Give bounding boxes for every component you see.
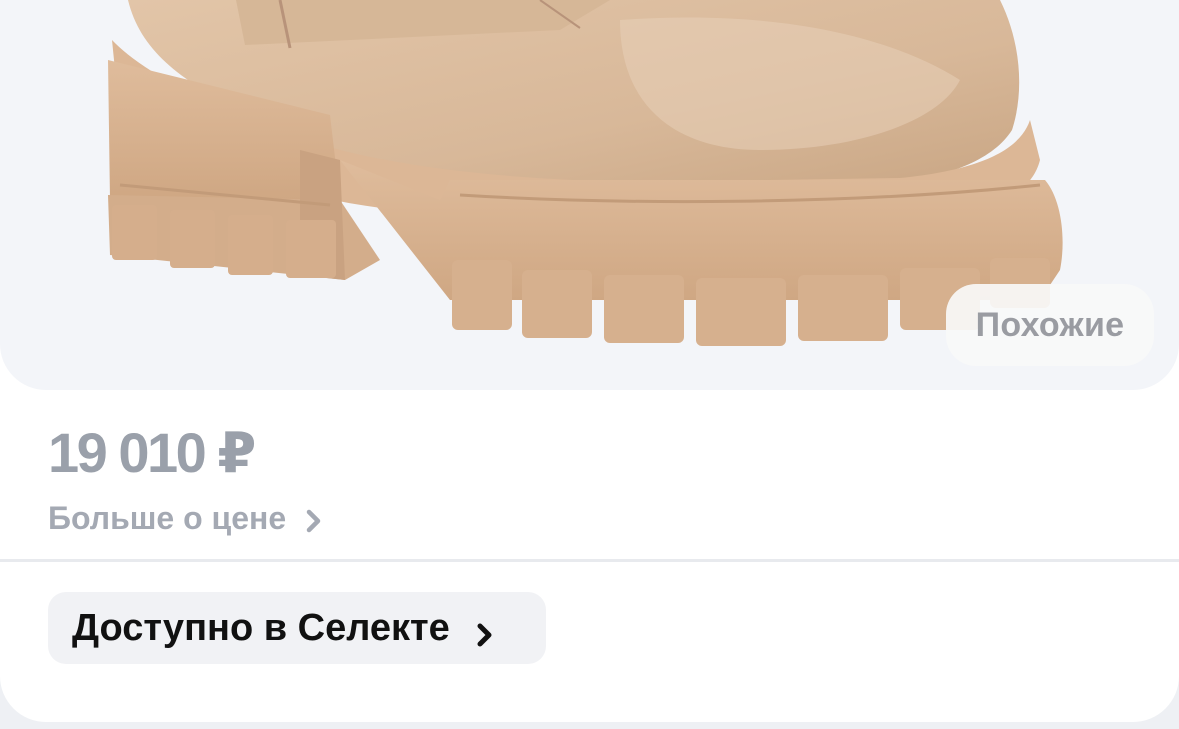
product-card: Похожие 19 010 ₽ Больше о цене Доступно … [0, 0, 1179, 722]
select-availability-button[interactable]: Доступно в Селекте [48, 592, 546, 664]
similar-button-label: Похожие [975, 305, 1125, 344]
chevron-right-icon [304, 505, 324, 533]
price-details-label: Больше о цене [48, 499, 287, 536]
section-divider [0, 559, 1179, 562]
price-details-link[interactable]: Больше о цене [48, 497, 324, 539]
chevron-right-icon [476, 615, 494, 647]
product-image[interactable]: Похожие [0, 0, 1179, 390]
select-availability-label: Доступно в Селекте [72, 606, 450, 649]
price-value: 19 010 ₽ [48, 421, 256, 484]
similar-button[interactable]: Похожие [946, 284, 1154, 366]
